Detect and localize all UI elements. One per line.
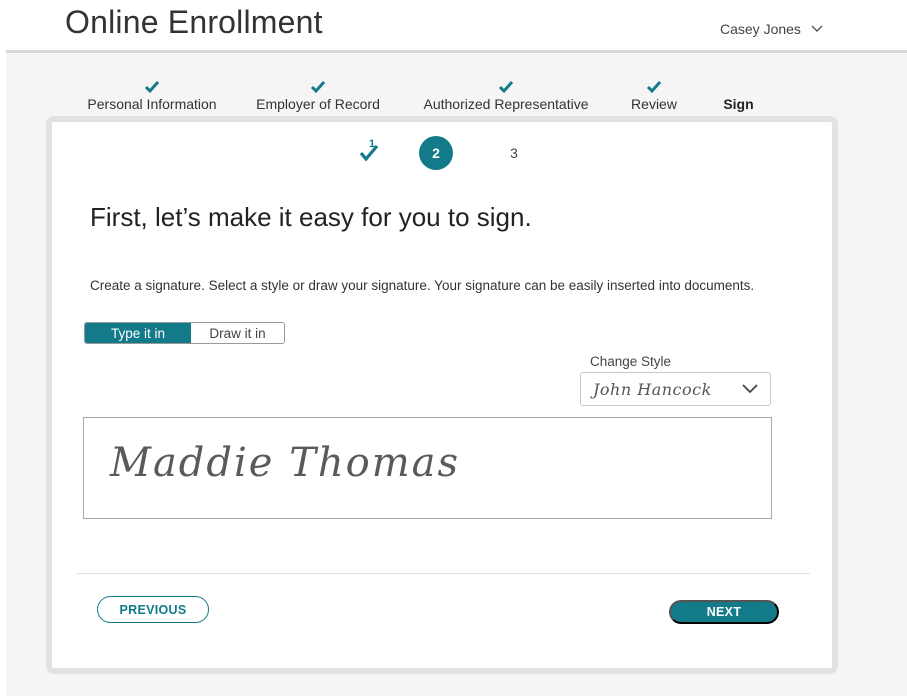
draw-it-in-button[interactable]: Draw it in: [191, 323, 284, 343]
signature-text: Maddie Thomas: [110, 440, 461, 486]
footer-divider: [77, 573, 810, 574]
signature-style-dropdown[interactable]: John Hancock: [580, 372, 771, 406]
step-tab-personal-information[interactable]: Personal Information: [84, 74, 220, 122]
user-menu[interactable]: Casey Jones: [720, 21, 823, 37]
substep-upcoming: 3: [510, 145, 518, 161]
instructions-text: Create a signature. Select a style or dr…: [90, 278, 755, 293]
step-label: Sign: [723, 96, 754, 112]
step-tab-review[interactable]: Review: [630, 74, 678, 122]
checkmark-icon: [310, 81, 326, 94]
step-tab-authorized-representative[interactable]: Authorized Representative: [420, 74, 592, 122]
step-label: Authorized Representative: [423, 96, 589, 112]
change-style-label: Change Style: [590, 354, 672, 369]
checkmark-icon: [359, 144, 379, 162]
signature-preview[interactable]: Maddie Thomas: [83, 417, 772, 519]
progress-steps-nav: Personal Information Employer of Record …: [0, 74, 907, 122]
step-label: Employer of Record: [256, 96, 380, 112]
user-name: Casey Jones: [720, 21, 801, 37]
step-label: Personal Information: [87, 96, 217, 112]
step-tab-employer-of-record[interactable]: Employer of Record: [254, 74, 382, 122]
next-button[interactable]: NEXT: [669, 600, 779, 624]
substep-completed: 1: [357, 138, 387, 168]
checkmark-icon: [498, 81, 514, 94]
type-it-in-button[interactable]: Type it in: [85, 323, 191, 343]
signature-mode-toggle: Type it in Draw it in: [84, 322, 285, 344]
checkmark-icon: [646, 81, 662, 94]
previous-button[interactable]: PREVIOUS: [97, 596, 209, 623]
sign-card: 1 2 3 First, let’s make it easy for you …: [46, 116, 838, 674]
chevron-down-icon: [742, 384, 758, 394]
selected-style: John Hancock: [593, 379, 712, 399]
chevron-down-icon: [811, 25, 823, 32]
page-heading: First, let’s make it easy for you to sig…: [90, 202, 532, 232]
step-tab-sign[interactable]: Sign: [705, 74, 772, 122]
substep-indicator: 1 2 3: [52, 136, 832, 172]
substep-current: 2: [419, 136, 453, 170]
step-label: Review: [631, 96, 677, 112]
checkmark-icon: [144, 81, 160, 94]
app-title: Online Enrollment: [65, 4, 323, 40]
